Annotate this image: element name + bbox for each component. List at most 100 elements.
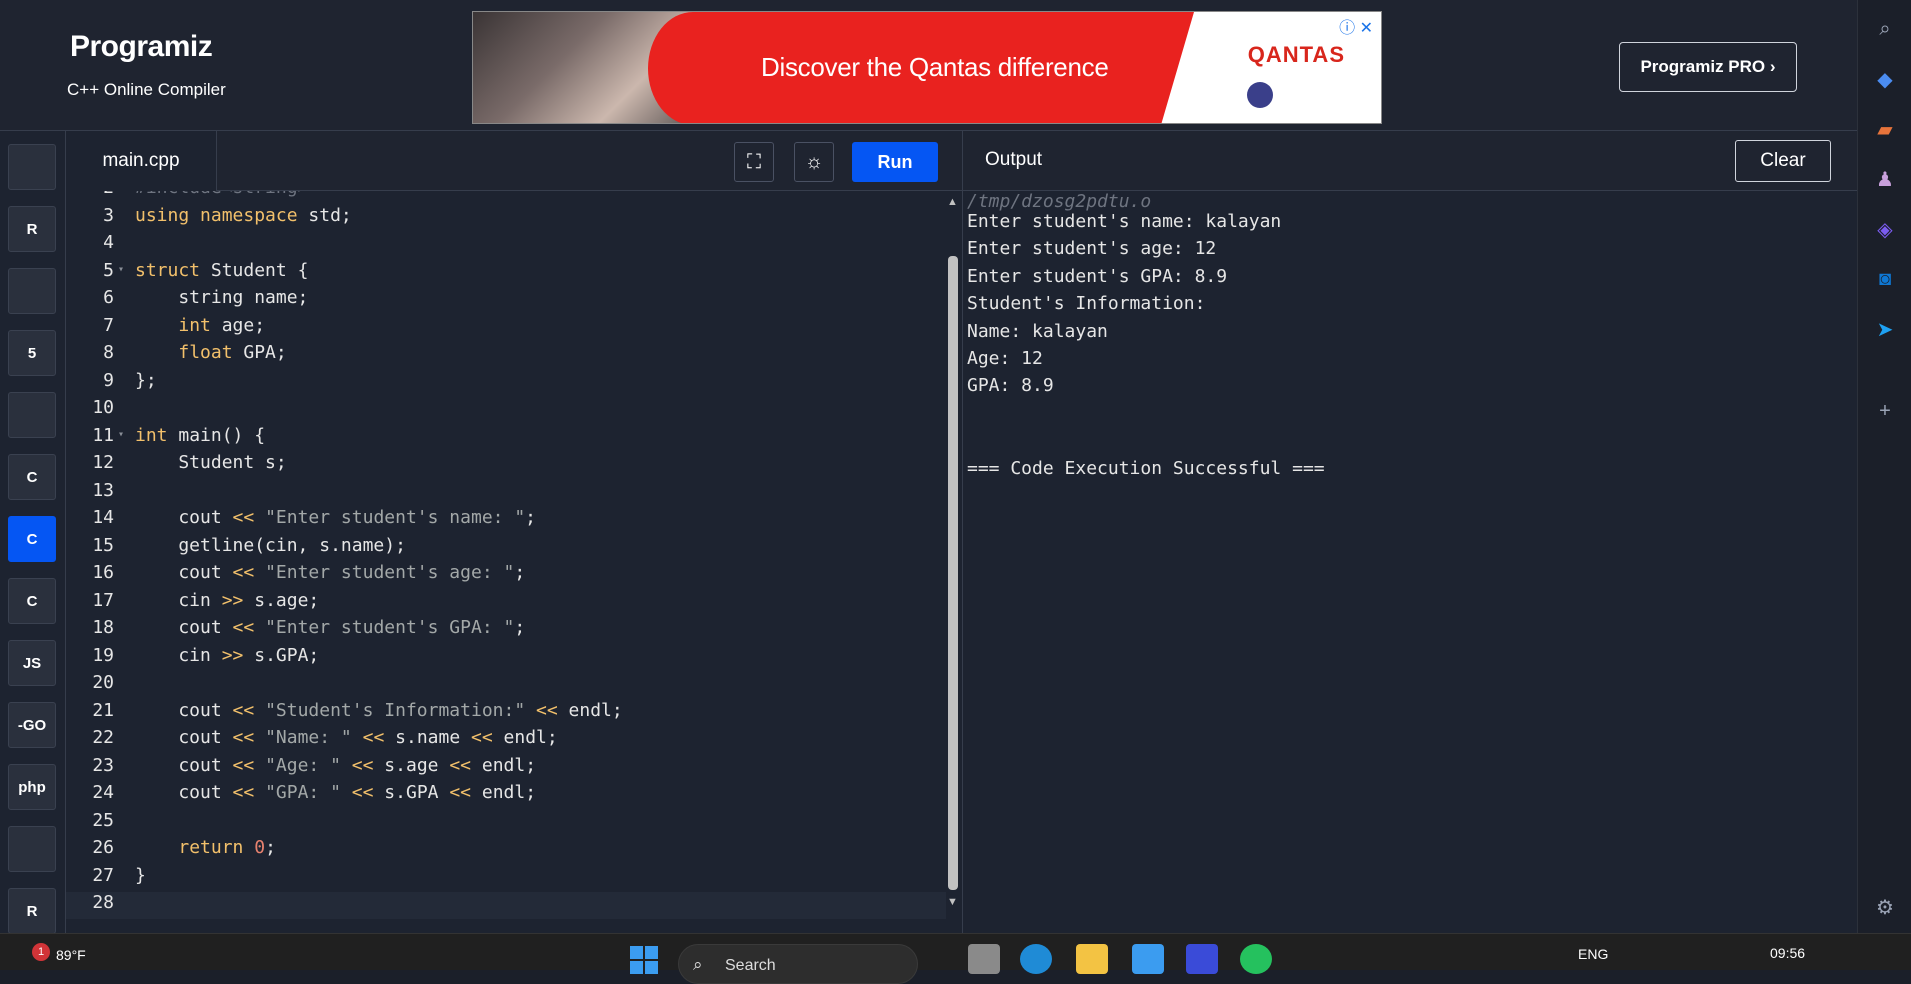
fold-chevron-icon[interactable]: ▾ — [118, 429, 124, 440]
code-line[interactable]: 2 #include<string> — [66, 191, 946, 204]
code-line[interactable]: 21 cout << "Student's Information:" << e… — [66, 700, 946, 727]
ad-badge-icon — [1247, 82, 1273, 108]
go-icon[interactable]: -GO — [8, 702, 56, 748]
code-line[interactable]: 7 int age; — [66, 315, 946, 342]
code-editor[interactable]: 2 #include<string> 3 using namespace std; 4 5… — [66, 191, 946, 926]
language-sidebar: R 5 C C C JS -GO php R — [0, 131, 66, 934]
code-line[interactable]: 19 cin >> s.GPA; — [66, 645, 946, 672]
tab-main-cpp[interactable]: main.cpp — [66, 131, 217, 191]
rust-icon[interactable]: R — [8, 888, 56, 934]
output-line: === Code Execution Successful === — [967, 457, 1325, 479]
code-line[interactable]: 5 ▾ struct Student { — [66, 260, 946, 287]
code-line[interactable]: 13 — [66, 480, 946, 507]
clock[interactable]: 09:56 — [1770, 945, 1805, 961]
js-icon[interactable]: JS — [8, 640, 56, 686]
code-line[interactable]: 22 cout << "Name: " << s.name << endl; — [66, 727, 946, 754]
code-line[interactable]: 24 cout << "GPA: " << s.GPA << endl; — [66, 782, 946, 809]
line-number: 9 — [103, 369, 114, 391]
programiz-pro-button[interactable]: Programiz PRO › — [1619, 42, 1797, 92]
windows-start-icon[interactable] — [630, 946, 660, 976]
line-number: 17 — [92, 589, 114, 611]
code-line[interactable]: 28 — [66, 892, 946, 919]
outlook-icon[interactable]: ◙ — [1872, 266, 1898, 292]
code-line[interactable]: 11 ▾ int main() { — [66, 425, 946, 452]
code-text: cin >> s.GPA; — [135, 644, 320, 666]
code-line[interactable]: 18 cout << "Enter student's GPA: "; — [66, 617, 946, 644]
code-text: cout << "Enter student's age: "; — [135, 562, 526, 583]
line-number: 4 — [103, 232, 114, 253]
php-icon[interactable]: php — [8, 764, 56, 810]
csharp-icon[interactable]: C — [8, 578, 56, 624]
line-number: 13 — [92, 479, 114, 501]
r-icon[interactable]: R — [8, 206, 56, 252]
code-text: cout << "Enter student's name: "; — [135, 507, 537, 528]
scroll-thumb[interactable] — [948, 256, 958, 890]
ad-banner[interactable]: Discover the Qantas difference QANTAS ⓘ … — [472, 11, 1382, 124]
code-line[interactable]: 17 cin >> s.age; — [66, 590, 946, 617]
editor-scrollbar[interactable]: ▲ ▼ — [945, 196, 961, 912]
python-icon[interactable] — [8, 144, 56, 190]
line-number: 26 — [92, 837, 114, 858]
theme-toggle-icon[interactable]: ☼ — [794, 142, 834, 182]
code-line[interactable]: 6 string name; — [66, 287, 946, 314]
fullscreen-icon[interactable]: ⛶ — [734, 142, 774, 182]
output-title: Output — [985, 149, 1043, 170]
search-icon[interactable]: ⌕ — [1872, 16, 1898, 42]
taskbar-search[interactable]: ⌕ Search — [678, 944, 918, 984]
code-text: struct Student { — [135, 259, 309, 281]
search-icon: ⌕ — [693, 955, 703, 974]
scroll-up-icon[interactable]: ▲ — [947, 196, 958, 208]
weather-badge: 1 — [32, 943, 50, 961]
line-number: 15 — [92, 534, 114, 556]
line-number: 21 — [92, 699, 114, 721]
code-line[interactable]: 27} — [66, 865, 946, 892]
copilot-icon[interactable]: ◈ — [1872, 216, 1898, 242]
cpp-icon[interactable]: C — [8, 516, 56, 562]
settings-icon[interactable]: ⚙ — [1872, 894, 1898, 920]
code-line[interactable]: 10 — [66, 397, 946, 424]
language-indicator[interactable]: ENG — [1578, 946, 1608, 962]
java-icon[interactable] — [8, 392, 56, 438]
code-line[interactable]: 15 getline(cin, s.name); — [66, 535, 946, 562]
run-button[interactable]: Run — [852, 142, 938, 182]
code-line[interactable]: 8 float GPA; — [66, 342, 946, 369]
code-line[interactable]: 26 return 0; — [66, 837, 946, 864]
code-line[interactable]: 20 — [66, 672, 946, 699]
header: Programiz C++ Online Compiler Discover t… — [0, 0, 1857, 131]
line-number: 19 — [92, 644, 114, 666]
output-header: Output Clear — [962, 131, 1857, 191]
output-console[interactable]: /tmp/dzosg2pdtu.o Enter student's name: … — [962, 191, 1857, 933]
code-line[interactable]: 3 using namespace std; — [66, 205, 946, 232]
code-text: int age; — [178, 314, 266, 336]
fold-chevron-icon[interactable]: ▾ — [118, 264, 124, 275]
tag-icon[interactable]: ◆ — [1872, 66, 1898, 92]
code-line[interactable]: 16 cout << "Enter student's age: "; — [66, 562, 946, 589]
programiz-logo[interactable]: Programiz — [70, 30, 213, 64]
scroll-down-icon[interactable]: ▼ — [947, 896, 958, 908]
send-icon[interactable]: ➤ — [1872, 316, 1898, 342]
code-text: Student s; — [135, 452, 287, 473]
html-icon[interactable]: 5 — [8, 330, 56, 376]
output-line: Enter student's name: kalayan — [967, 211, 1282, 232]
weather-temp[interactable]: 89°F — [56, 947, 86, 963]
sql-icon[interactable] — [8, 268, 56, 314]
code-text: float GPA; — [178, 342, 287, 363]
code-line[interactable]: 23 cout << "Age: " << s.age << endl; — [66, 755, 946, 782]
search-placeholder: Search — [725, 957, 776, 974]
add-icon[interactable]: + — [1872, 398, 1898, 424]
code-line[interactable]: 14 cout << "Enter student's name: "; — [66, 507, 946, 534]
code-line[interactable]: 25 — [66, 810, 946, 837]
clear-button[interactable]: Clear — [1735, 140, 1831, 182]
ad-close-icon[interactable]: ⓘ ✕ — [1339, 14, 1373, 38]
code-line[interactable]: 4 — [66, 232, 946, 259]
games-icon[interactable]: ♟ — [1872, 166, 1898, 192]
output-line: Name: kalayan — [967, 320, 1108, 342]
briefcase-icon[interactable]: ▰ — [1872, 116, 1898, 142]
output-line: GPA: 8.9 — [967, 375, 1054, 397]
code-text: }; — [135, 369, 157, 391]
swift-icon[interactable] — [8, 826, 56, 872]
line-number: 28 — [92, 892, 114, 913]
code-line[interactable]: 9}; — [66, 370, 946, 397]
c-icon[interactable]: C — [8, 454, 56, 500]
code-line[interactable]: 12 Student s; — [66, 452, 946, 479]
